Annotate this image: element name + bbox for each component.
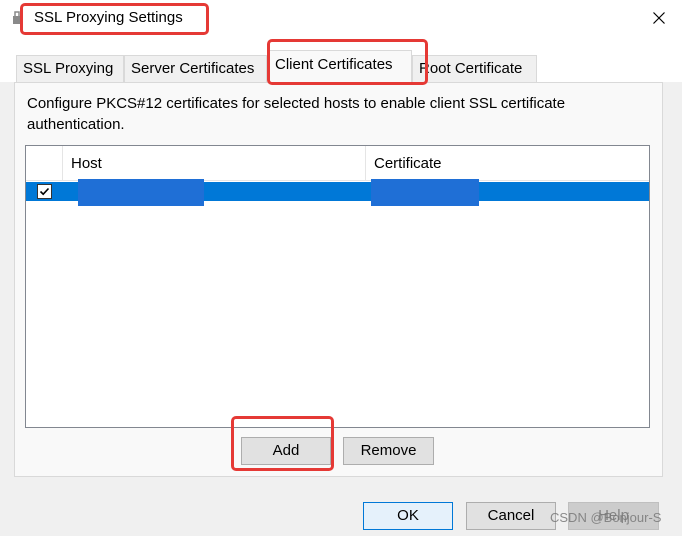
tab-ssl-proxying[interactable]: SSL Proxying — [16, 55, 124, 82]
window-title: SSL Proxying Settings — [34, 9, 183, 26]
certificate-redaction — [371, 179, 479, 206]
row-checkbox[interactable] — [37, 184, 52, 199]
panel-description: Configure PKCS#12 certificates for selec… — [27, 95, 566, 133]
column-header-certificate[interactable]: Certificate — [366, 146, 649, 181]
app-icon — [12, 11, 22, 25]
remove-button[interactable]: Remove — [343, 437, 434, 465]
title-bar: SSL Proxying Settings — [0, 0, 682, 36]
ssl-proxying-settings-dialog: SSL Proxying Settings SSL Proxying Serve… — [0, 0, 682, 536]
client-certificates-table[interactable]: Host Certificate — [25, 145, 650, 428]
column-header-host[interactable]: Host — [63, 146, 366, 181]
tab-client-certificates[interactable]: Client Certificates — [268, 50, 412, 83]
watermark-text: CSDN @Bonjour-S — [550, 510, 662, 525]
add-button[interactable]: Add — [241, 437, 331, 465]
cancel-button[interactable]: Cancel — [466, 502, 556, 530]
tab-server-certificates[interactable]: Server Certificates — [124, 55, 267, 82]
checkmark-icon — [39, 187, 50, 196]
close-icon — [653, 12, 665, 24]
table-header: Host Certificate — [26, 146, 649, 181]
ok-button[interactable]: OK — [363, 502, 453, 530]
column-header-check[interactable] — [26, 146, 63, 181]
tab-root-certificate[interactable]: Root Certificate — [412, 55, 537, 82]
host-redaction — [78, 179, 204, 206]
close-button[interactable] — [636, 0, 682, 36]
